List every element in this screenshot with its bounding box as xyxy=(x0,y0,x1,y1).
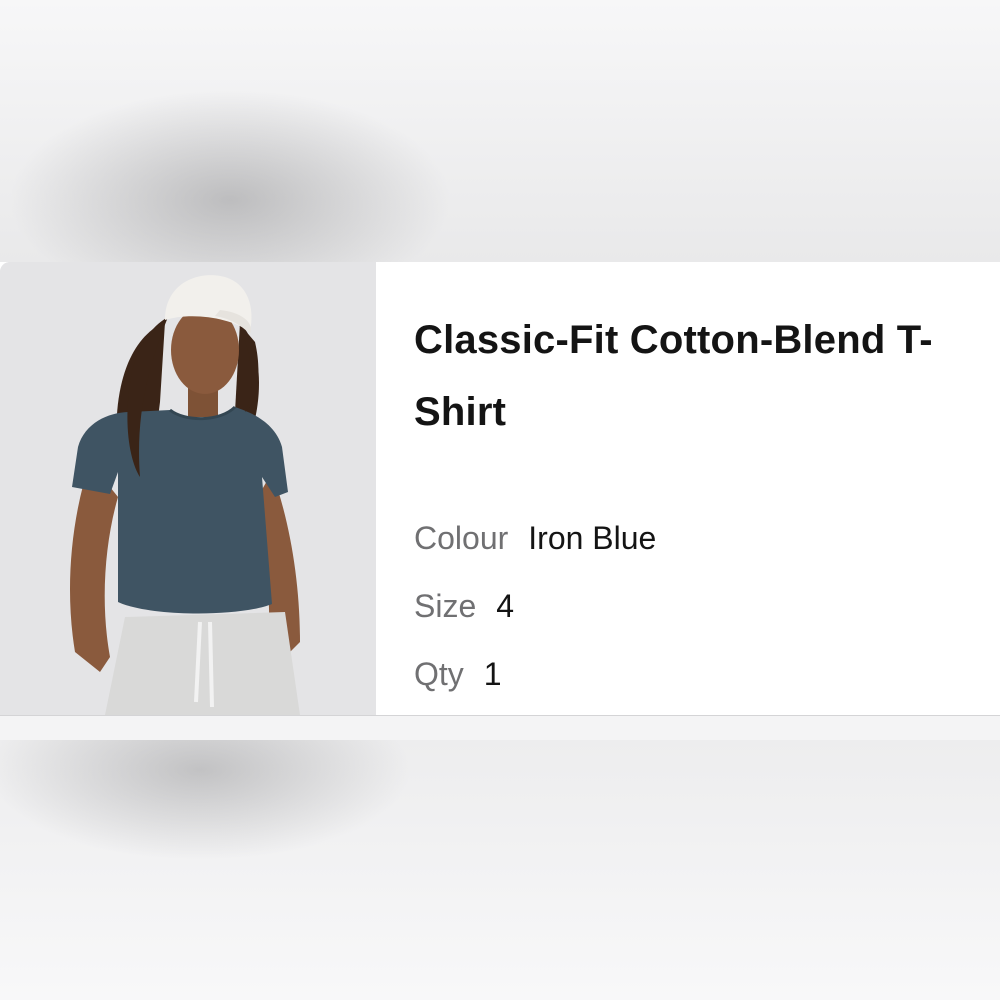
product-info: Classic-Fit Cotton-Blend T-Shirt Colour … xyxy=(376,262,1000,715)
background-top xyxy=(0,0,1000,262)
attribute-label: Qty xyxy=(414,656,464,692)
order-item-card[interactable]: Classic-Fit Cotton-Blend T-Shirt Colour … xyxy=(0,262,1000,716)
attribute-value: 4 xyxy=(496,588,515,624)
attribute-colour: Colour Iron Blue xyxy=(414,518,1000,586)
attribute-size: Size 4 xyxy=(414,586,1000,654)
product-image[interactable] xyxy=(0,262,376,715)
product-title[interactable]: Classic-Fit Cotton-Blend T-Shirt xyxy=(414,304,974,448)
attribute-value: Iron Blue xyxy=(528,520,657,556)
model-illustration xyxy=(0,262,376,715)
attribute-label: Colour xyxy=(414,520,509,556)
background-bottom xyxy=(0,740,1000,1000)
attribute-qty: Qty 1 xyxy=(414,654,1000,722)
product-attributes: Colour Iron Blue Size 4 Qty 1 xyxy=(414,518,1000,722)
attribute-value: 1 xyxy=(483,656,502,692)
attribute-label: Size xyxy=(414,588,477,624)
